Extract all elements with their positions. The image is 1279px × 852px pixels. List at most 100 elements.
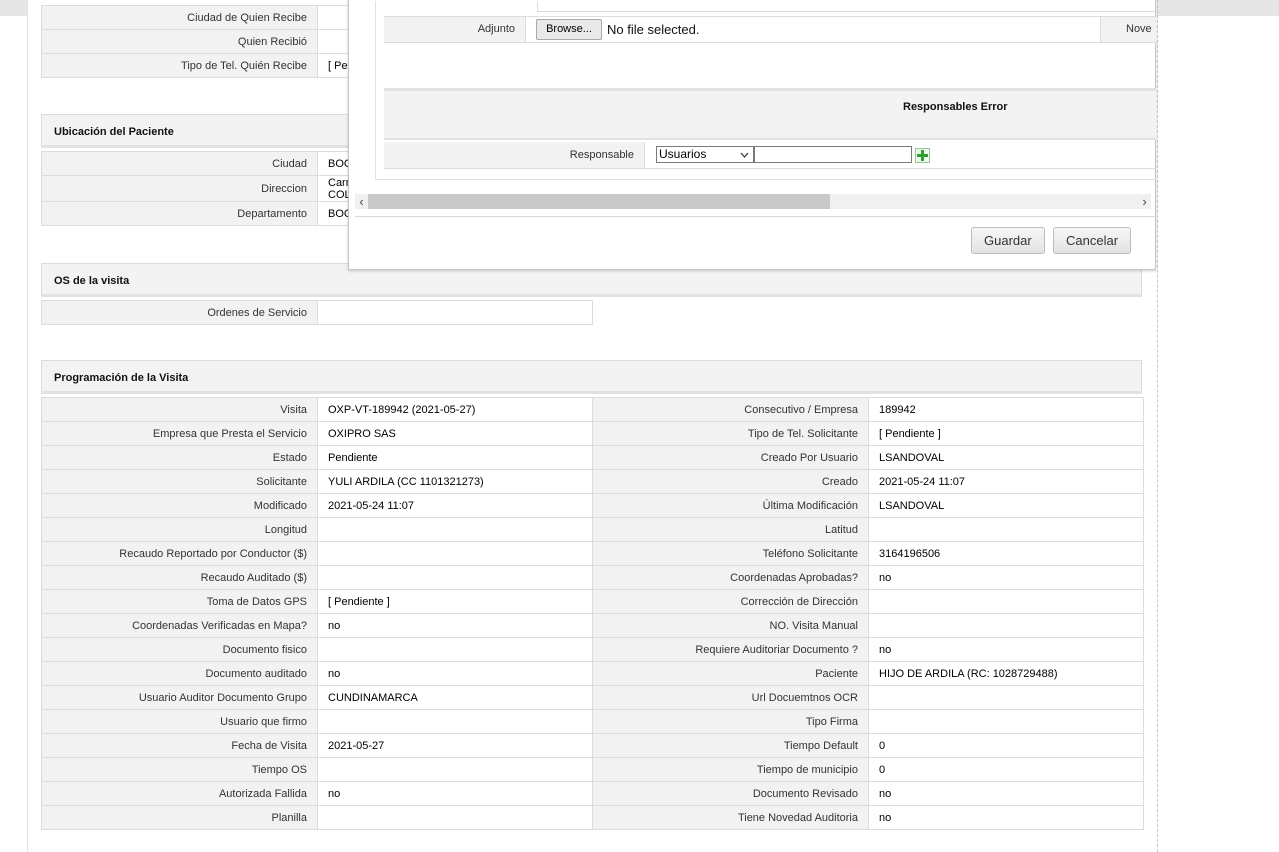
field-value	[317, 709, 593, 734]
field-label: Tiempo Default	[592, 733, 869, 758]
field-value: OXIPRO SAS	[317, 421, 593, 446]
field-value: 0	[868, 733, 1144, 758]
field-value	[317, 517, 593, 542]
field-value	[868, 613, 1144, 638]
field-label: Solicitante	[41, 469, 318, 494]
table-row: Documento auditado no Paciente HIJO DE ARD…	[41, 661, 1144, 686]
field-label: Creado Por Usuario	[592, 445, 869, 470]
field-value: 3164196506	[868, 541, 1144, 566]
novedad-label-cell: Nove	[1100, 17, 1156, 42]
horizontal-scrollbar[interactable]: ‹ ›	[355, 194, 1151, 209]
table-row: Ordenes de Servicio	[41, 300, 593, 325]
field-value: LSANDOVAL	[868, 493, 1144, 518]
dialog-footer-divider	[355, 216, 1155, 217]
field-label: Ciudad de Quien Recibe	[41, 5, 318, 30]
table-row: Recaudo Auditado ($) Coordenadas Aprobada…	[41, 565, 1144, 590]
field-label: Coordenadas Verificadas en Mapa?	[41, 613, 318, 638]
table-row: Estado Pendiente Creado Por Usuario LSANDOV…	[41, 445, 1144, 470]
field-label: Url Docuemtnos OCR	[592, 685, 869, 710]
table-row: Modificado 2021-05-24 11:07 Última Modific…	[41, 493, 1144, 518]
novedad-label: Nove	[1126, 23, 1152, 35]
edit-dialog: Adjunto Browse... No file selected. Nove…	[348, 0, 1156, 270]
field-label: Latitud	[592, 517, 869, 542]
field-value	[868, 709, 1144, 734]
field-value	[317, 805, 593, 830]
field-value: OXP-VT-189942 (2021-05-27)	[317, 397, 593, 422]
chevron-right-icon[interactable]: ›	[1138, 194, 1151, 209]
field-label: Quien Recibió	[41, 29, 318, 54]
field-label: Consecutivo / Empresa	[592, 397, 869, 422]
field-label: Usuario que firmo	[41, 709, 318, 734]
table-row: Toma de Datos GPS[ Pendiente ] Corrección…	[41, 589, 1144, 614]
plus-icon[interactable]	[915, 148, 930, 163]
field-label: Empresa que Presta el Servicio	[41, 421, 318, 446]
field-label: Direccion	[41, 175, 318, 202]
field-value: no	[868, 781, 1144, 806]
field-label: Requiere Auditoriar Documento ?	[592, 637, 869, 662]
table-row: Planilla Tiene Novedad Auditoria no	[41, 805, 1144, 830]
field-value: [ Pendiente ]	[317, 589, 593, 614]
field-value: Pendiente	[317, 445, 593, 470]
field-label: Creado	[592, 469, 869, 494]
field-label: Coordenadas Aprobadas?	[592, 565, 869, 590]
field-value: no	[317, 613, 593, 638]
right-pane	[1158, 16, 1279, 852]
table-row: Empresa que Presta el Servicio OXIPRO SAS…	[41, 421, 1144, 446]
field-label: Modificado	[41, 493, 318, 518]
table-row: Autorizada Fallida no Documento Revisado …	[41, 781, 1144, 806]
programacion-table: Visita OXP-VT-189942 (2021-05-27) Consecut…	[41, 397, 1144, 830]
field-value: 2021-05-24 11:07	[317, 493, 593, 518]
chevron-down-icon	[740, 152, 749, 158]
field-label: Departamento	[41, 201, 318, 226]
field-label: Tiempo de municipio	[592, 757, 869, 782]
text-field-top[interactable]	[537, 1, 1156, 12]
responsables-header: Responsables Error	[384, 88, 1156, 140]
field-value	[868, 685, 1144, 710]
dialog-content: Adjunto Browse... No file selected. Nove…	[375, 1, 1156, 180]
field-label: Tipo Firma	[592, 709, 869, 734]
field-value: no	[868, 805, 1144, 830]
save-button[interactable]: Guardar	[971, 227, 1045, 254]
field-label: Tipo de Tel. Quién Recibe	[41, 53, 318, 78]
select-value: Usuarios	[659, 147, 707, 161]
browse-button[interactable]: Browse...	[536, 19, 602, 40]
field-label: Estado	[41, 445, 318, 470]
table-row: Usuario que firmo Tipo Firma	[41, 709, 1144, 734]
responsable-label-cell: Responsable	[384, 142, 645, 168]
field-label: Fecha de Visita	[41, 733, 318, 758]
field-label: Documento fisico	[41, 637, 318, 662]
chevron-left-icon[interactable]: ‹	[355, 194, 368, 209]
table-row: Recaudo Reportado por Conductor ($) Teléf…	[41, 541, 1144, 566]
scrollbar-thumb[interactable]	[368, 194, 830, 209]
field-label: Planilla	[41, 805, 318, 830]
field-value	[317, 565, 593, 590]
field-value: [ Pendiente ]	[868, 421, 1144, 446]
field-value	[317, 757, 593, 782]
field-label: Tiene Novedad Auditoria	[592, 805, 869, 830]
table-row: Tiempo OS Tiempo de municipio 0	[41, 757, 1144, 782]
field-value: 2021-05-27	[317, 733, 593, 758]
field-value	[317, 637, 593, 662]
field-label: Visita	[41, 397, 318, 422]
field-value: LSANDOVAL	[868, 445, 1144, 470]
field-value: no	[317, 661, 593, 686]
field-label: Última Modificación	[592, 493, 869, 518]
section-title: OS de la visita	[54, 275, 130, 287]
adjunto-row: Adjunto Browse... No file selected. Nove	[384, 16, 1156, 43]
field-label: Teléfono Solicitante	[592, 541, 869, 566]
adjunto-label: Adjunto	[477, 23, 515, 35]
field-label: Tipo de Tel. Solicitante	[592, 421, 869, 446]
field-value	[317, 541, 593, 566]
field-value: 2021-05-24 11:07	[868, 469, 1144, 494]
responsable-search-input[interactable]	[754, 146, 912, 163]
field-label: Recaudo Auditado ($)	[41, 565, 318, 590]
field-label: Recaudo Reportado por Conductor ($)	[41, 541, 318, 566]
cancel-button[interactable]: Cancelar	[1053, 227, 1132, 254]
table-row: Usuario Auditor Documento Grupo CUNDINAMA…	[41, 685, 1144, 710]
table-row: Documento fisico Requiere Auditoriar Docu…	[41, 637, 1144, 662]
responsable-label: Responsable	[569, 149, 634, 161]
field-label: NO. Visita Manual	[592, 613, 869, 638]
responsable-select[interactable]: Usuarios	[656, 146, 754, 163]
field-label: Tiempo OS	[41, 757, 318, 782]
field-label: Ciudad	[41, 151, 318, 176]
